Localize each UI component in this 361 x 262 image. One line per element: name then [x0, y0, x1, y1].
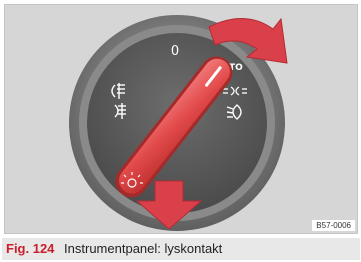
illustration: 0 AUTO — [4, 4, 358, 234]
figure: 0 AUTO — [0, 0, 361, 262]
figure-caption: Fig. 124 Instrumentpanel: lyskontakt — [2, 238, 360, 260]
light-switch-illustration: 0 AUTO — [69, 15, 288, 231]
figure-label: Fig. 124 — [6, 241, 55, 256]
figure-caption-text: Instrumentpanel: lyskontakt — [64, 241, 223, 256]
image-code: B57-0006 — [312, 220, 355, 231]
position-off-label: 0 — [171, 44, 179, 59]
